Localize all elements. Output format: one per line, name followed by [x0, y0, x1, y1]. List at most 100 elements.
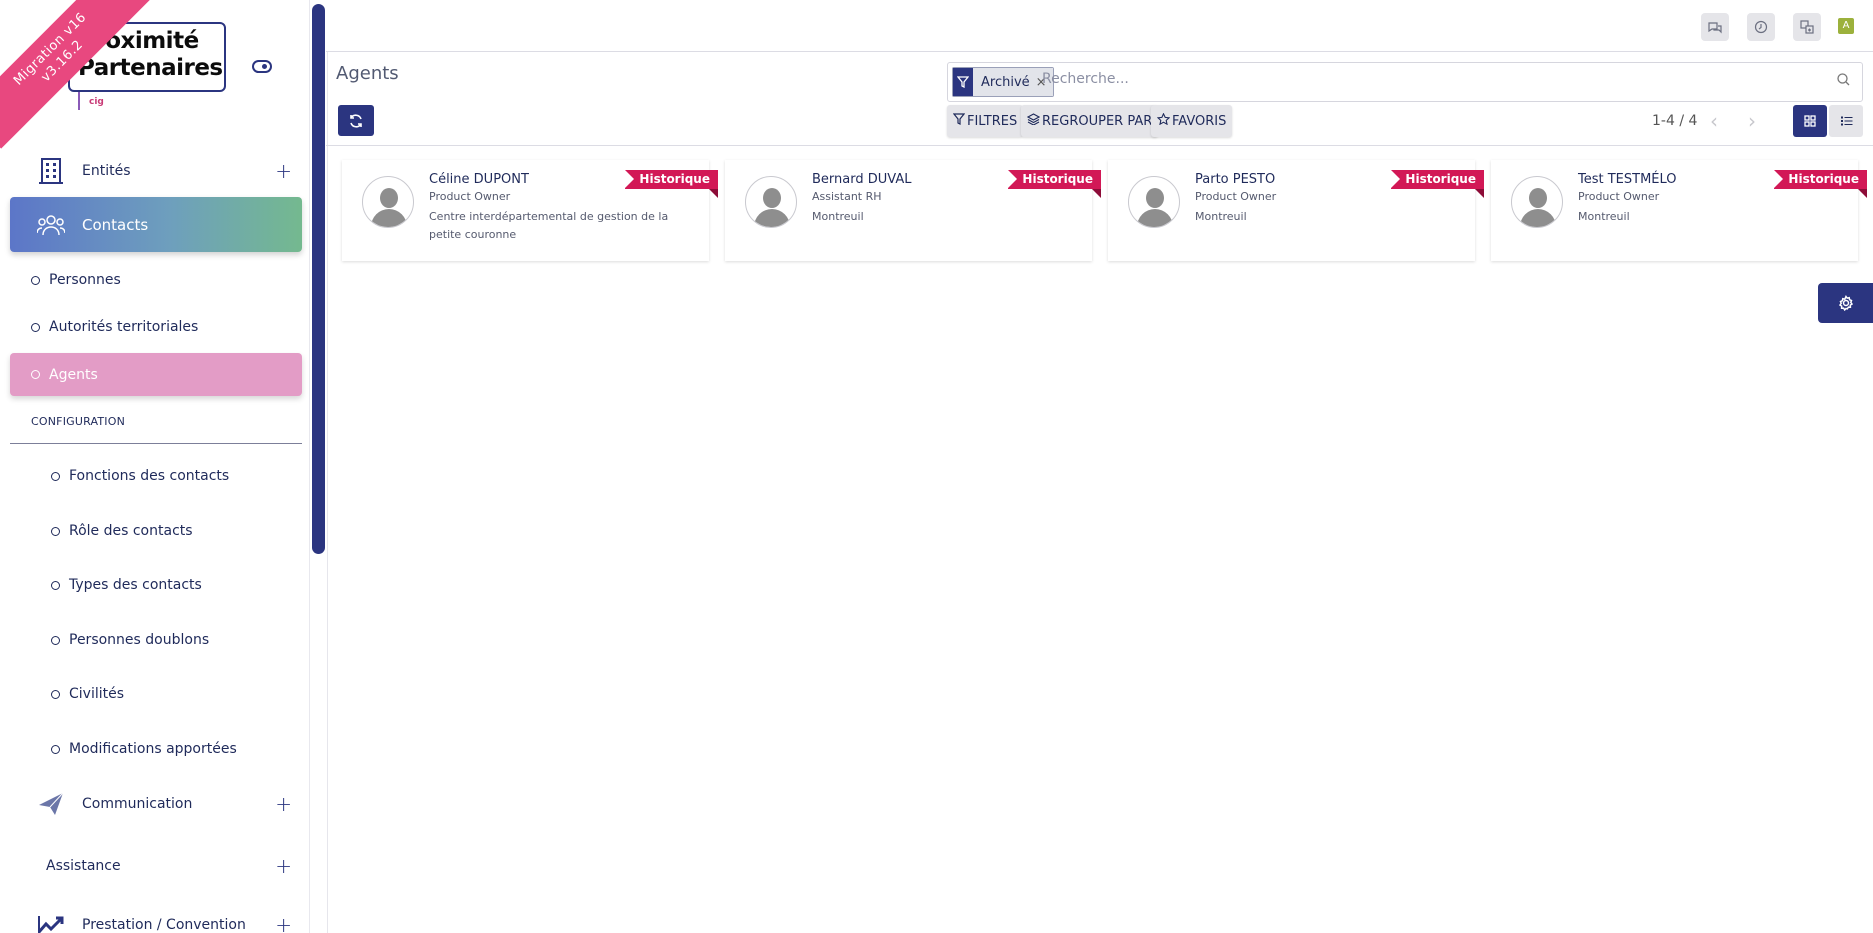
config-item-types[interactable]: Types des contacts	[10, 564, 302, 606]
config-item-fonctions[interactable]: Fonctions des contacts	[10, 455, 302, 497]
logo-stem	[78, 92, 80, 110]
expand-plus-icon[interactable]: +	[275, 159, 292, 183]
search-icon[interactable]	[1837, 73, 1850, 90]
sidebar-subitem-autorites[interactable]: Autorités territoriales	[10, 306, 302, 348]
logo-line2: Partenaires	[78, 55, 223, 81]
filter-facet[interactable]: Archivé ×	[952, 67, 1054, 97]
gear-icon	[1838, 295, 1853, 311]
paper-plane-icon	[32, 789, 70, 819]
clock-icon[interactable]	[1747, 13, 1775, 41]
card-location: Montreuil	[1195, 210, 1247, 223]
kanban-card[interactable]: Parto PESTO Product Owner Montreuil Hist…	[1108, 160, 1484, 261]
kanban-card[interactable]: Test TESTMÉLO Product Owner Montreuil Hi…	[1491, 160, 1867, 261]
groupby-label: REGROUPER PAR	[1042, 113, 1153, 129]
card-name: Parto PESTO	[1195, 172, 1276, 187]
card-location: Montreuil	[1578, 210, 1630, 223]
search-bar[interactable]: Archivé ×	[947, 62, 1863, 102]
subitem-label: Fonctions des contacts	[69, 468, 230, 484]
card-location: Montreuil	[812, 210, 864, 223]
subitem-label: Modifications apportées	[69, 741, 237, 757]
card-name: Bernard DUVAL	[812, 172, 912, 187]
settings-button[interactable]	[1818, 283, 1873, 323]
config-item-modifications[interactable]: Modifications apportées	[10, 728, 302, 770]
groupby-button[interactable]: REGROUPER PAR	[1021, 105, 1159, 137]
building-icon	[32, 156, 70, 186]
filter-icon	[952, 113, 966, 129]
logo-sub: cig	[89, 97, 104, 107]
pager-next-icon[interactable]: ›	[1748, 109, 1756, 133]
config-item-doublons[interactable]: Personnes doublons	[10, 619, 302, 661]
config-item-role[interactable]: Rôle des contacts	[10, 510, 302, 552]
translate-icon[interactable]	[1793, 13, 1821, 41]
refresh-icon	[350, 113, 362, 128]
subitem-label: Civilités	[69, 686, 125, 702]
user-avatar[interactable]: A	[1838, 18, 1854, 34]
list-icon	[1840, 116, 1852, 126]
expand-plus-icon[interactable]: +	[275, 913, 292, 933]
archived-ribbon: Historique	[1008, 170, 1101, 198]
trend-chart-icon	[32, 910, 70, 933]
sidebar-item-contacts[interactable]: Contacts	[10, 197, 302, 252]
pager-previous-icon[interactable]: ‹	[1710, 109, 1718, 133]
refresh-button[interactable]	[338, 105, 374, 136]
circle-bullet-icon	[51, 580, 60, 590]
sidebar-subitem-personnes[interactable]: Personnes	[10, 259, 302, 301]
circle-bullet-icon	[51, 635, 60, 645]
people-icon	[32, 210, 70, 240]
section-divider	[10, 443, 302, 444]
avatar	[1128, 176, 1180, 228]
control-panel: Agents Archivé × FILTRES REGROUPER PAR	[326, 53, 1873, 146]
card-role: Product Owner	[429, 190, 511, 203]
kanban-card[interactable]: Céline DUPONT Product Owner Centre inter…	[342, 160, 718, 261]
kanban-card[interactable]: Bernard DUVAL Assistant RH Montreuil His…	[725, 160, 1101, 261]
circle-bullet-icon	[51, 526, 60, 536]
layers-icon	[1026, 113, 1041, 129]
facet-value: Archivé	[973, 68, 1036, 96]
grid-icon	[1804, 115, 1816, 127]
list-view-button[interactable]	[1829, 105, 1863, 137]
sidebar-item-label: Assistance	[46, 858, 121, 874]
subitem-label: Personnes	[49, 272, 121, 288]
card-name: Test TESTMÉLO	[1578, 172, 1677, 187]
avatar	[745, 176, 797, 228]
kanban-view-button[interactable]	[1793, 105, 1827, 137]
sidebar-item-label: Entités	[82, 163, 131, 179]
filters-label: FILTRES	[967, 113, 1018, 129]
circle-bullet-icon	[31, 322, 40, 332]
sidebar-item-assistance[interactable]: Assistance +	[10, 842, 302, 890]
pager-value[interactable]: 1-4 / 4	[1652, 113, 1697, 129]
sidebar-item-entites[interactable]: Entités +	[10, 146, 302, 196]
circle-bullet-icon	[51, 744, 60, 754]
card-name: Céline DUPONT	[429, 172, 529, 187]
top-navbar: A	[326, 0, 1873, 52]
search-input[interactable]	[1042, 71, 1742, 87]
filters-button[interactable]: FILTRES	[947, 105, 1024, 137]
sidebar-toggle-icon[interactable]	[252, 60, 272, 73]
avatar	[362, 176, 414, 228]
card-location: Centre interdépartemental de gestion de …	[429, 210, 669, 241]
card-role: Product Owner	[1195, 190, 1277, 203]
favorites-label: FAVORIS	[1172, 113, 1227, 129]
card-role: Product Owner	[1578, 190, 1660, 203]
filter-icon	[953, 68, 973, 96]
chat-icon[interactable]	[1701, 13, 1729, 41]
sidebar-item-label: Prestation / Convention	[82, 917, 246, 933]
star-icon	[1156, 112, 1171, 129]
subitem-label: Personnes doublons	[69, 632, 210, 648]
expand-plus-icon[interactable]: +	[275, 792, 292, 816]
archived-ribbon: Historique	[1774, 170, 1867, 198]
expand-plus-icon[interactable]: +	[275, 854, 292, 878]
kanban-view: Céline DUPONT Product Owner Centre inter…	[326, 147, 1873, 933]
subitem-label: Types des contacts	[69, 577, 202, 593]
sidebar-item-communication[interactable]: Communication +	[10, 780, 302, 828]
sidebar-item-prestation[interactable]: Prestation / Convention +	[10, 903, 302, 933]
archived-ribbon: Historique	[1391, 170, 1484, 198]
subitem-label: Autorités territoriales	[49, 319, 199, 335]
sidebar-item-label: Communication	[82, 796, 193, 812]
sidebar-subitem-agents[interactable]: Agents	[10, 353, 302, 396]
config-item-civilites[interactable]: Civilités	[10, 673, 302, 715]
subitem-label: Agents	[49, 366, 98, 383]
subitem-label: Rôle des contacts	[69, 523, 193, 539]
favorites-button[interactable]: FAVORIS	[1151, 105, 1233, 137]
sidebar-scrollbar[interactable]	[312, 4, 325, 554]
